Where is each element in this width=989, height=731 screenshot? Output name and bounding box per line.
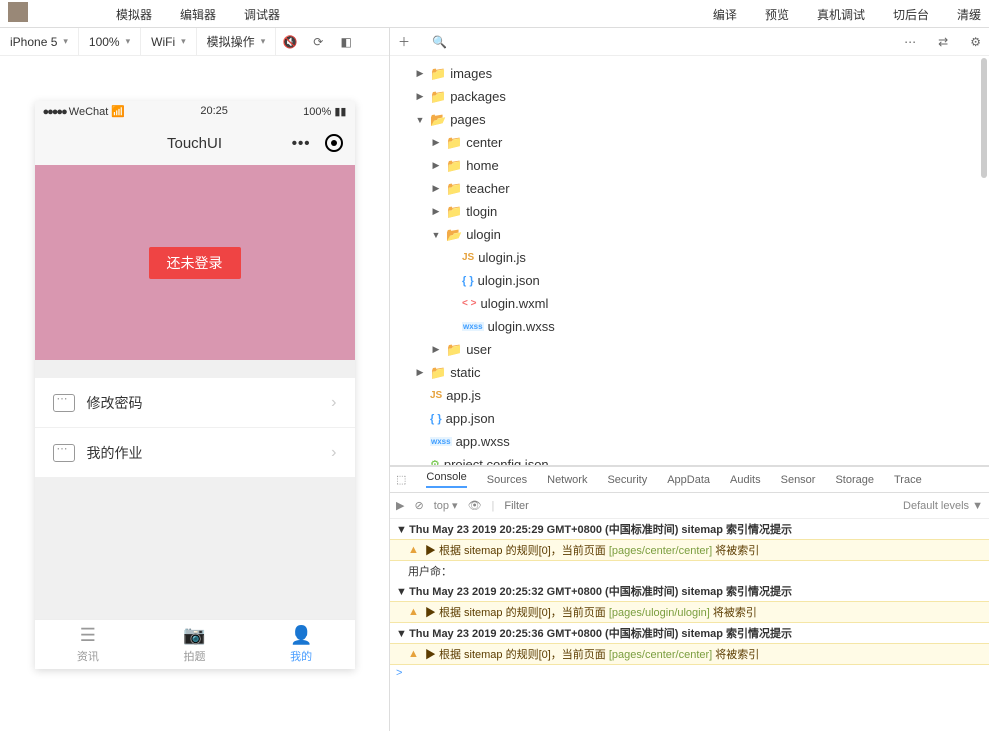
- levels-select[interactable]: Default levels ▼: [903, 500, 983, 512]
- tree-node-ulogin[interactable]: ▼📂ulogin: [398, 223, 989, 246]
- tree-node-pages[interactable]: ▼📂pages: [398, 108, 989, 131]
- collapse-icon[interactable]: ⇄: [938, 35, 948, 49]
- status-bar: ●●●●● WeChat 📶 20:25 100% ▮▮: [35, 101, 355, 121]
- status-time: 20:25: [200, 105, 228, 117]
- console-toolbar: ▶ ⊘ top ▾ 👁 | Default levels ▼: [390, 493, 989, 519]
- context-select[interactable]: top ▾: [434, 499, 458, 512]
- console-line: ▼ Thu May 23 2019 20:25:29 GMT+0800 (中国标…: [390, 519, 989, 539]
- console-line: ▲▶ 根据 sitemap 的规则[0]，当前页面 [pages/ulogin/…: [390, 601, 989, 623]
- play-icon[interactable]: ▶: [396, 499, 404, 512]
- filter-input[interactable]: [504, 500, 893, 512]
- btn-compile[interactable]: 编译: [713, 6, 737, 23]
- tree-node-user[interactable]: ▶📁user: [398, 338, 989, 361]
- tab-debugger[interactable]: 调试器: [244, 6, 280, 23]
- tab-simulator[interactable]: 模拟器: [116, 6, 152, 23]
- element-picker-icon[interactable]: ⬚: [396, 473, 406, 486]
- console-line: ▼ Thu May 23 2019 20:25:36 GMT+0800 (中国标…: [390, 623, 989, 643]
- tree-node-ulogin.json[interactable]: { }ulogin.json: [398, 269, 989, 292]
- devtab-security[interactable]: Security: [607, 474, 647, 486]
- devtab-sensor[interactable]: Sensor: [781, 474, 816, 486]
- nav-bar: TouchUI •••: [35, 121, 355, 165]
- login-button[interactable]: 还未登录: [149, 247, 241, 279]
- tabbar-item-0[interactable]: ☰资讯: [35, 620, 142, 669]
- chat-icon: [53, 394, 75, 412]
- devtab-storage[interactable]: Storage: [835, 474, 874, 486]
- top-menu: 模拟器 编辑器 调试器 编译 预览 真机调试 切后台 清缓: [0, 0, 989, 28]
- header-banner: 还未登录: [35, 165, 355, 360]
- btn-clear-cache[interactable]: 清缓: [957, 6, 981, 23]
- row-my-homework[interactable]: 我的作业 ›: [35, 428, 355, 478]
- chevron-right-icon: ›: [331, 444, 336, 462]
- tree-node-ulogin.js[interactable]: JSulogin.js: [398, 246, 989, 269]
- capsule-menu-icon[interactable]: •••: [292, 135, 311, 152]
- tree-node-app.json[interactable]: { }app.json: [398, 407, 989, 430]
- avatar[interactable]: [8, 2, 28, 22]
- console-prompt[interactable]: >: [390, 665, 989, 681]
- devtab-appdata[interactable]: AppData: [667, 474, 710, 486]
- devtools: ⬚ Console Sources Network Security AppData Au…: [390, 466, 989, 731]
- tabbar-item-1[interactable]: 📷拍题: [141, 620, 248, 669]
- tree-node-packages[interactable]: ▶📁packages: [398, 85, 989, 108]
- devtab-console[interactable]: Console: [426, 471, 466, 488]
- network-select[interactable]: WiFi▾: [141, 28, 197, 55]
- clear-icon[interactable]: ⊘: [414, 499, 423, 512]
- mock-select[interactable]: 模拟操作▾: [197, 28, 277, 55]
- console-line: ▲▶ 根据 sitemap 的规则[0]，当前页面 [pages/center/…: [390, 539, 989, 561]
- btn-background[interactable]: 切后台: [893, 6, 929, 23]
- eye-icon[interactable]: 👁: [468, 499, 482, 512]
- mute-icon[interactable]: 🔇: [276, 35, 304, 49]
- dock-icon[interactable]: ◧: [332, 35, 360, 49]
- zoom-select[interactable]: 100%▾: [79, 28, 141, 55]
- tree-node-project.config.json[interactable]: ⚙project.config.json: [398, 453, 989, 465]
- tree-node-ulogin.wxml[interactable]: < >ulogin.wxml: [398, 292, 989, 315]
- device-select[interactable]: iPhone 5▾: [0, 28, 79, 55]
- tree-node-static[interactable]: ▶📁static: [398, 361, 989, 384]
- tab-icon: 📷: [183, 625, 205, 646]
- row-change-password[interactable]: 修改密码 ›: [35, 378, 355, 428]
- chat-icon: [53, 444, 75, 462]
- tab-bar: ☰资讯📷拍题👤我的: [35, 619, 355, 669]
- btn-remote-debug[interactable]: 真机调试: [817, 6, 865, 23]
- devtab-network[interactable]: Network: [547, 474, 587, 486]
- devtab-audits[interactable]: Audits: [730, 474, 761, 486]
- page-title: TouchUI: [167, 135, 222, 152]
- file-tree[interactable]: ▶📁images▶📁packages▼📂pages▶📁center▶📁home▶…: [390, 28, 989, 465]
- tree-node-app.wxss[interactable]: wxssapp.wxss: [398, 430, 989, 453]
- devtab-trace[interactable]: Trace: [894, 474, 922, 486]
- tree-node-tlogin[interactable]: ▶📁tlogin: [398, 200, 989, 223]
- chevron-right-icon: ›: [331, 394, 336, 412]
- tab-editor[interactable]: 编辑器: [180, 6, 216, 23]
- tree-node-teacher[interactable]: ▶📁teacher: [398, 177, 989, 200]
- tree-node-images[interactable]: ▶📁images: [398, 62, 989, 85]
- phone-frame: ●●●●● WeChat 📶 20:25 100% ▮▮ TouchUI •••…: [35, 101, 355, 669]
- search-icon[interactable]: 🔍: [432, 35, 447, 49]
- simulator-toolbar: iPhone 5▾ 100%▾ WiFi▾ 模拟操作▾ 🔇 ⟳ ◧: [0, 28, 389, 56]
- add-icon[interactable]: ＋: [398, 33, 410, 50]
- devtools-tabs: ⬚ Console Sources Network Security AppData Au…: [390, 467, 989, 493]
- console-line: ▲▶ 根据 sitemap 的规则[0]，当前页面 [pages/center/…: [390, 643, 989, 665]
- settings-icon[interactable]: ⚙: [970, 35, 981, 49]
- tree-node-app.js[interactable]: JSapp.js: [398, 384, 989, 407]
- console-output[interactable]: ▼ Thu May 23 2019 20:25:29 GMT+0800 (中国标…: [390, 519, 989, 731]
- tree-node-ulogin.wxss[interactable]: wxssulogin.wxss: [398, 315, 989, 338]
- rotate-icon[interactable]: ⟳: [304, 35, 332, 49]
- scrollbar[interactable]: [981, 58, 987, 178]
- console-line: 用户命：: [390, 561, 989, 581]
- capsule-close-icon[interactable]: [325, 134, 343, 152]
- console-line: ▼ Thu May 23 2019 20:25:32 GMT+0800 (中国标…: [390, 581, 989, 601]
- btn-preview[interactable]: 预览: [765, 6, 789, 23]
- tree-node-center[interactable]: ▶📁center: [398, 131, 989, 154]
- more-icon[interactable]: ⋯: [904, 35, 916, 49]
- tree-node-home[interactable]: ▶📁home: [398, 154, 989, 177]
- tab-icon: ☰: [80, 625, 96, 646]
- devtab-sources[interactable]: Sources: [487, 474, 527, 486]
- tab-icon: 👤: [290, 625, 312, 646]
- tabbar-item-2[interactable]: 👤我的: [248, 620, 355, 669]
- file-toolbar: ＋ 🔍 ⋯ ⇄ ⚙: [390, 28, 989, 56]
